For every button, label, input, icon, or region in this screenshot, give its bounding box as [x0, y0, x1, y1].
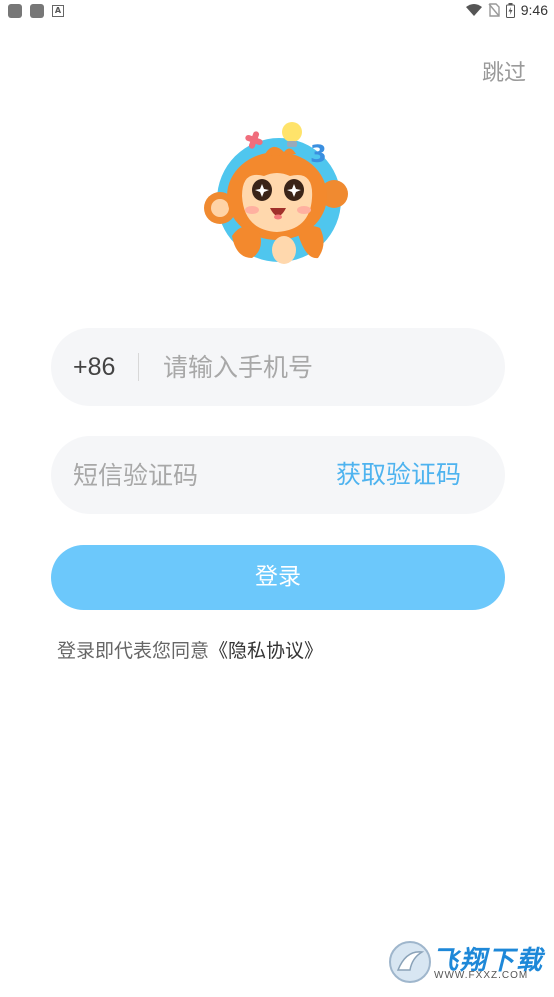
- verification-code-input[interactable]: [73, 436, 313, 514]
- status-right: 9:46: [465, 2, 548, 18]
- get-code-button[interactable]: 获取验证码: [336, 436, 461, 514]
- watermark: 飞翔下载 WWW.FXXZ.COM: [388, 940, 544, 986]
- status-bar: A 9:46: [0, 0, 554, 22]
- notification-icon: [8, 4, 22, 18]
- monkey-mascot-logo: 3: [204, 122, 348, 264]
- watermark-url: WWW.FXXZ.COM: [434, 970, 529, 981]
- status-left: A: [8, 4, 64, 18]
- privacy-policy-link[interactable]: 《隐私协议》: [209, 640, 323, 662]
- agreement-text: 登录即代表您同意《隐私协议》: [57, 636, 323, 663]
- divider: [138, 353, 139, 381]
- phone-field: +86: [51, 328, 505, 406]
- skip-button[interactable]: 跳过: [482, 55, 526, 87]
- svg-text:3: 3: [310, 140, 327, 168]
- verification-code-field: 获取验证码: [51, 436, 505, 514]
- agreement-prefix: 登录即代表您同意: [57, 640, 210, 662]
- phone-input[interactable]: [163, 328, 483, 406]
- clock: 9:46: [520, 2, 548, 18]
- wifi-icon: [465, 3, 482, 16]
- watermark-logo-icon: [389, 941, 431, 983]
- app-notification-icon: A: [52, 5, 64, 17]
- battery-icon: [505, 2, 515, 18]
- login-button[interactable]: 登录: [51, 545, 505, 610]
- no-sim-icon: [488, 3, 500, 17]
- country-code[interactable]: +86: [73, 328, 115, 406]
- notification-icon: [30, 4, 44, 18]
